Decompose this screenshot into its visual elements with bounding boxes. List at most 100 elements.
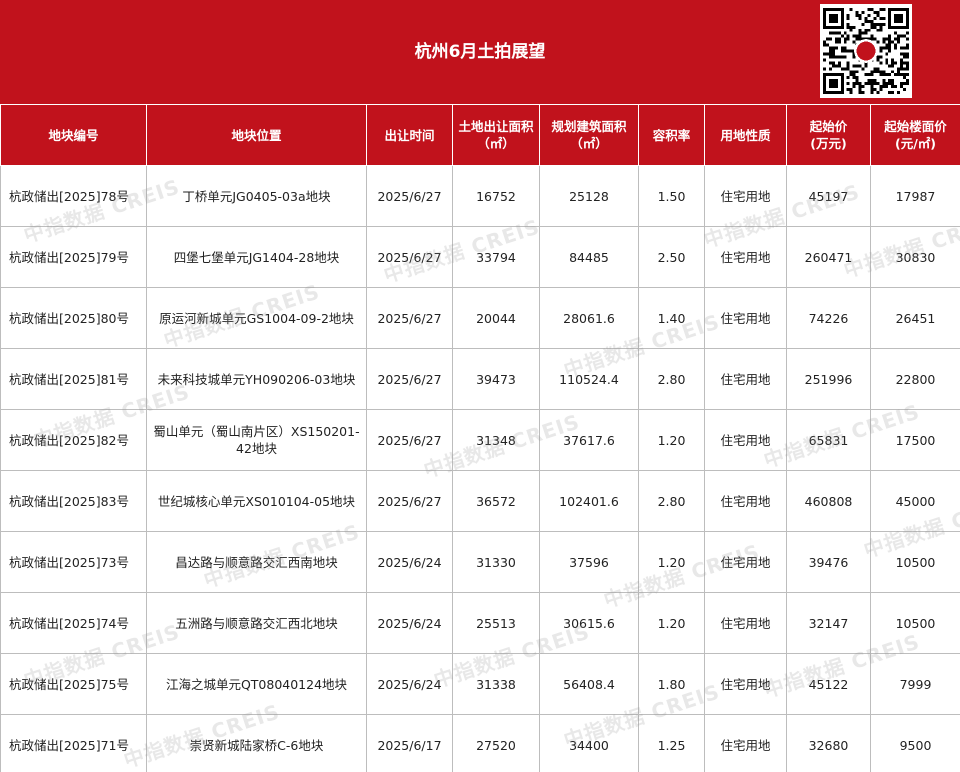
start-floor-price-cell: 10500 (870, 592, 960, 654)
land-auction-table: 地块编号 地块位置 出让时间 土地出让面积 （㎡） 规划建筑面积 （㎡） 容积率 用地性质 起始价… (0, 104, 960, 772)
start-floor-price-cell: 9500 (870, 714, 960, 772)
land-area-cell: 31348 (452, 409, 540, 471)
auction-date-cell: 2025/6/17 (366, 714, 453, 772)
table-row: 杭政储出[2025]73号 昌达路与顺意路交汇西南地块 2025/6/24 31330… (0, 531, 960, 593)
column-header: 出让时间 (366, 104, 453, 166)
land-use-cell: 住宅用地 (704, 470, 787, 532)
auction-date-cell: 2025/6/27 (366, 226, 453, 288)
land-use-cell: 住宅用地 (704, 287, 787, 349)
table-row: 杭政储出[2025]71号 崇贤新城陆家桥C-6地块 2025/6/17 27520 3… (0, 714, 960, 772)
start-price-cell: 45122 (786, 653, 871, 715)
building-area-cell: 37617.6 (539, 409, 639, 471)
start-floor-price-cell: 45000 (870, 470, 960, 532)
column-header-label: 规划建筑面积 (551, 119, 627, 134)
plot-id-cell: 杭政储出[2025]75号 (0, 653, 147, 715)
column-header: 容积率 (638, 104, 705, 166)
plot-location-cell: 五洲路与顺意路交汇西北地块 (146, 592, 367, 654)
building-area-cell: 56408.4 (539, 653, 639, 715)
start-price-cell: 460808 (786, 470, 871, 532)
table-row: 杭政储出[2025]75号 江海之城单元QT08040124地块 2025/6/24… (0, 653, 960, 715)
start-price-cell: 45197 (786, 165, 871, 227)
column-header-label: 起始楼面价 (884, 119, 947, 134)
land-use-cell: 住宅用地 (704, 226, 787, 288)
start-price-cell: 39476 (786, 531, 871, 593)
plot-ratio-cell: 2.50 (638, 226, 705, 288)
start-price-cell: 32147 (786, 592, 871, 654)
table-row: 杭政储出[2025]78号 丁桥单元JG0405-03a地块 2025/6/27 16… (0, 165, 960, 227)
plot-location-cell: 江海之城单元QT08040124地块 (146, 653, 367, 715)
land-area-cell: 31338 (452, 653, 540, 715)
page: 杭州6月土拍展望 地块编号 地块位置 出让时间 土地出让面积 （㎡） 规划建筑面积 （㎡） 容… (0, 0, 960, 772)
auction-date-cell: 2025/6/24 (366, 531, 453, 593)
land-area-cell: 20044 (452, 287, 540, 349)
start-floor-price-cell: 17987 (870, 165, 960, 227)
land-area-cell: 16752 (452, 165, 540, 227)
auction-date-cell: 2025/6/27 (366, 165, 453, 227)
start-floor-price-cell: 10500 (870, 531, 960, 593)
start-price-cell: 251996 (786, 348, 871, 410)
land-use-cell: 住宅用地 (704, 348, 787, 410)
plot-ratio-cell: 1.25 (638, 714, 705, 772)
plot-ratio-cell: 2.80 (638, 348, 705, 410)
plot-ratio-cell: 1.50 (638, 165, 705, 227)
column-header: 起始价 (万元) (786, 104, 871, 166)
plot-ratio-cell: 1.80 (638, 653, 705, 715)
plot-id-cell: 杭政储出[2025]80号 (0, 287, 147, 349)
start-floor-price-cell: 7999 (870, 653, 960, 715)
land-use-cell: 住宅用地 (704, 714, 787, 772)
plot-id-cell: 杭政储出[2025]79号 (0, 226, 147, 288)
table-row: 杭政储出[2025]82号 蜀山单元（蜀山南片区）XS150201-42地块 202… (0, 409, 960, 471)
column-header-label: (万元) (810, 136, 847, 151)
land-area-cell: 36572 (452, 470, 540, 532)
plot-location-cell: 四堡七堡单元JG1404-28地块 (146, 226, 367, 288)
table-body: 杭政储出[2025]78号 丁桥单元JG0405-03a地块 2025/6/27 16… (0, 165, 960, 772)
start-floor-price-cell: 30830 (870, 226, 960, 288)
plot-id-cell: 杭政储出[2025]74号 (0, 592, 147, 654)
title-bar: 杭州6月土拍展望 (0, 0, 960, 104)
table-header-row: 地块编号 地块位置 出让时间 土地出让面积 （㎡） 规划建筑面积 （㎡） 容积率 用地性质 起始价… (0, 104, 960, 166)
land-area-cell: 27520 (452, 714, 540, 772)
plot-location-cell: 崇贤新城陆家桥C-6地块 (146, 714, 367, 772)
column-header-label: （㎡） (477, 136, 515, 151)
table-row: 杭政储出[2025]81号 未来科技城单元YH090206-03地块 2025/6/… (0, 348, 960, 410)
plot-id-cell: 杭政储出[2025]73号 (0, 531, 147, 593)
column-header-label: 地块位置 (231, 127, 282, 143)
column-header: 规划建筑面积 （㎡） (539, 104, 639, 166)
building-area-cell: 25128 (539, 165, 639, 227)
start-price-cell: 65831 (786, 409, 871, 471)
plot-location-cell: 未来科技城单元YH090206-03地块 (146, 348, 367, 410)
column-header: 起始楼面价 (元/㎡) (870, 104, 960, 166)
column-header: 地块编号 (0, 104, 147, 166)
start-price-cell: 260471 (786, 226, 871, 288)
land-use-cell: 住宅用地 (704, 531, 787, 593)
column-header: 土地出让面积 （㎡） (452, 104, 540, 166)
column-header-label: 容积率 (652, 127, 691, 143)
plot-location-cell: 原运河新城单元GS1004-09-2地块 (146, 287, 367, 349)
auction-date-cell: 2025/6/27 (366, 348, 453, 410)
building-area-cell: 30615.6 (539, 592, 639, 654)
land-area-cell: 39473 (452, 348, 540, 410)
building-area-cell: 102401.6 (539, 470, 639, 532)
column-header-label: （㎡） (570, 136, 608, 151)
auction-date-cell: 2025/6/27 (366, 287, 453, 349)
column-header-label: 用地性质 (720, 127, 771, 143)
auction-date-cell: 2025/6/24 (366, 653, 453, 715)
plot-id-cell: 杭政储出[2025]71号 (0, 714, 147, 772)
table-row: 杭政储出[2025]79号 四堡七堡单元JG1404-28地块 2025/6/27 3… (0, 226, 960, 288)
building-area-cell: 37596 (539, 531, 639, 593)
qr-code-icon (820, 4, 912, 98)
auction-date-cell: 2025/6/24 (366, 592, 453, 654)
plot-location-cell: 昌达路与顺意路交汇西南地块 (146, 531, 367, 593)
column-header-label: 出让时间 (384, 127, 435, 143)
start-floor-price-cell: 22800 (870, 348, 960, 410)
start-floor-price-cell: 17500 (870, 409, 960, 471)
plot-location-cell: 丁桥单元JG0405-03a地块 (146, 165, 367, 227)
column-header-label: (元/㎡) (895, 136, 936, 151)
column-header: 地块位置 (146, 104, 367, 166)
building-area-cell: 110524.4 (539, 348, 639, 410)
plot-id-cell: 杭政储出[2025]82号 (0, 409, 147, 471)
column-header-label: 土地出让面积 (458, 119, 534, 134)
land-use-cell: 住宅用地 (704, 653, 787, 715)
plot-ratio-cell: 1.20 (638, 409, 705, 471)
column-header-label: 地块编号 (48, 127, 99, 143)
